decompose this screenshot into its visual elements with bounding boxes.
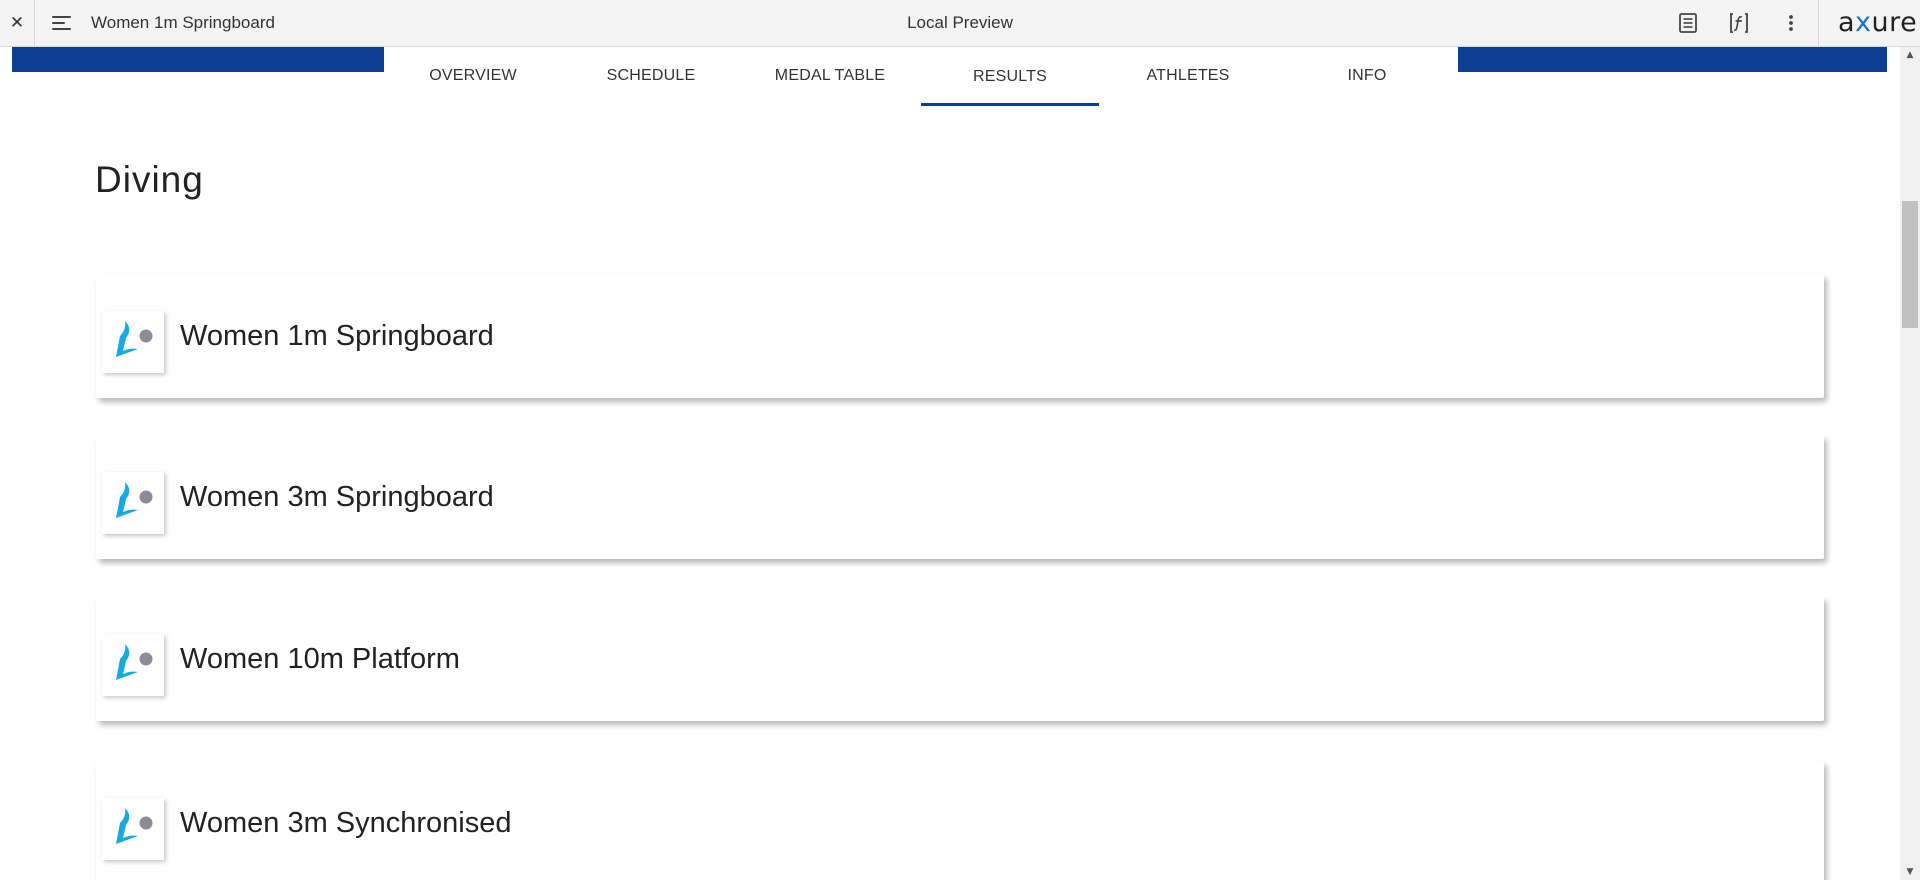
preview-toolbar: ✕ Women 1m Springboard Local Preview axu… — [0, 0, 1920, 47]
event-label: Women 10m Platform — [180, 643, 460, 675]
section-title: Diving — [95, 159, 204, 200]
tab-athletes[interactable]: ATHLETES — [1099, 47, 1277, 105]
tab-overview[interactable]: OVERVIEW — [384, 47, 562, 105]
event-card-women-10m-platform[interactable]: Women 10m Platform — [96, 597, 1824, 721]
current-page-name: Women 1m Springboard — [91, 13, 275, 32]
tab-medal-table[interactable]: MEDAL TABLE — [741, 47, 919, 105]
page-notes-icon[interactable] — [1676, 11, 1700, 35]
diving-icon — [102, 798, 164, 860]
logo-text-x: x — [1855, 7, 1872, 38]
axure-logo[interactable]: axure — [1838, 7, 1917, 38]
scrollbar-thumb[interactable] — [1902, 201, 1918, 328]
tab-info[interactable]: INFO — [1278, 47, 1456, 105]
diving-icon — [102, 311, 164, 373]
event-card-women-3m-synchronised[interactable]: Women 3m Synchronised — [96, 761, 1824, 880]
preview-title: Local Preview — [907, 13, 1013, 32]
event-card-women-1m-springboard[interactable]: Women 1m Springboard — [96, 274, 1824, 398]
diving-icon — [102, 472, 164, 534]
page-content: OVERVIEW SCHEDULE MEDAL TABLE RESULTS AT… — [0, 47, 1900, 880]
logo-text-suffix: ure — [1871, 7, 1918, 38]
scroll-down-arrow-icon[interactable]: ▼ — [1900, 864, 1920, 880]
sport-navigation: OVERVIEW SCHEDULE MEDAL TABLE RESULTS AT… — [384, 47, 1458, 107]
sitemap-menu-icon[interactable] — [50, 13, 76, 33]
event-label: Women 3m Synchronised — [180, 807, 512, 839]
header-band-right — [1458, 47, 1887, 72]
toolbar-divider — [1818, 0, 1819, 46]
header-band-left — [12, 47, 384, 72]
event-card-women-3m-springboard[interactable]: Women 3m Springboard — [96, 435, 1824, 559]
vertical-scrollbar[interactable]: ▲ ▼ — [1900, 47, 1920, 880]
tab-results[interactable]: RESULTS — [921, 47, 1099, 106]
scroll-up-arrow-icon[interactable]: ▲ — [1900, 47, 1920, 63]
event-label: Women 3m Springboard — [180, 481, 494, 513]
event-label: Women 1m Springboard — [180, 320, 494, 352]
variables-icon[interactable] — [1727, 11, 1751, 35]
more-options-icon[interactable] — [1779, 11, 1803, 35]
logo-text-prefix: a — [1838, 7, 1856, 38]
close-icon[interactable]: ✕ — [0, 0, 35, 46]
tab-schedule[interactable]: SCHEDULE — [562, 47, 740, 105]
diving-icon — [102, 634, 164, 696]
